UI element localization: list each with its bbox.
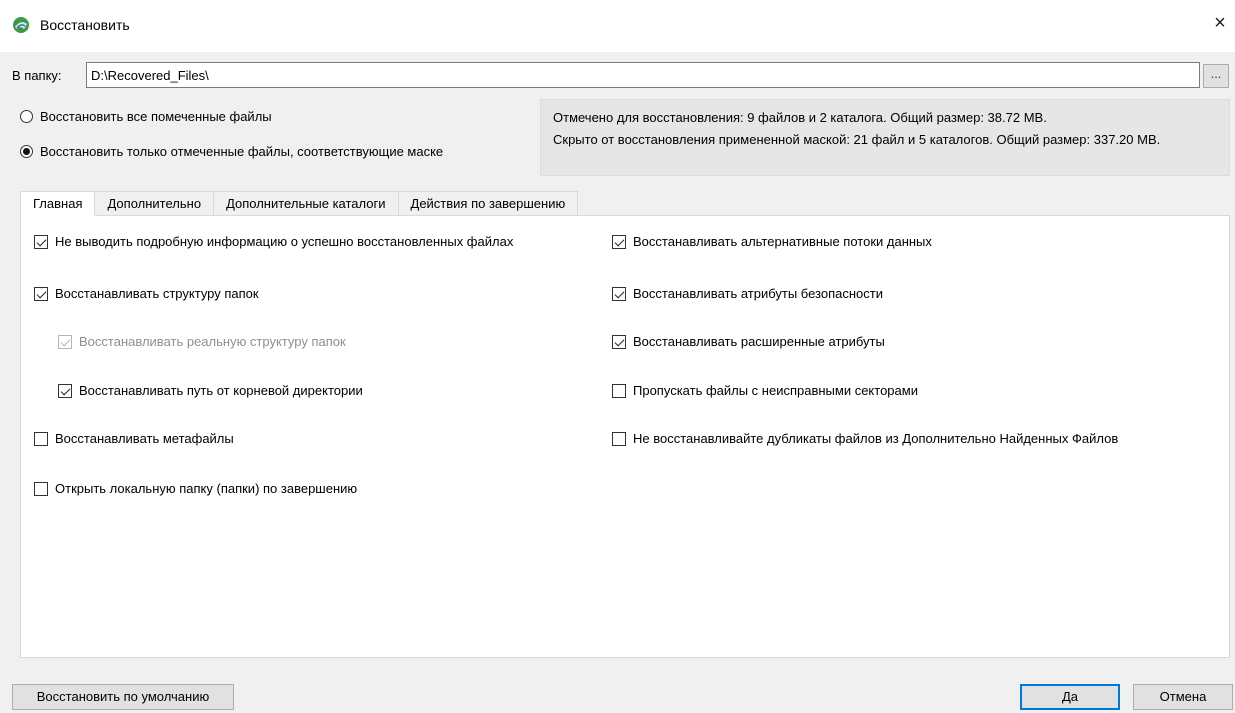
title-bar: Восстановить × — [0, 0, 1235, 52]
option-label: Восстанавливать реальную структуру папок — [79, 334, 346, 349]
checkbox[interactable] — [612, 431, 626, 446]
radio-restore-all[interactable]: Восстановить все помеченные файлы — [20, 109, 272, 124]
checkbox[interactable] — [34, 481, 48, 496]
option-label: Открыть локальную папку (папки) по завер… — [55, 481, 358, 496]
tab-strip: Главная Дополнительно Дополнительные кат… — [20, 191, 579, 216]
checkbox[interactable] — [34, 234, 48, 249]
option-label: Восстанавливать расширенные атрибуты — [633, 334, 885, 349]
option-skip-bad-sectors[interactable]: Пропускать файлы с неисправными секторам… — [612, 383, 918, 398]
hidden-summary: Скрыто от восстановления примененной мас… — [553, 132, 1161, 147]
cancel-button[interactable]: Отмена — [1133, 684, 1233, 710]
radio-label: Восстановить все помеченные файлы — [40, 109, 272, 124]
folder-label: В папку: — [12, 68, 62, 83]
tab-extra-folders[interactable]: Дополнительные каталоги — [213, 191, 399, 215]
window-title: Восстановить — [40, 17, 130, 33]
option-restore-extended-attrs[interactable]: Восстанавливать расширенные атрибуты — [612, 334, 885, 349]
app-recovery-icon — [13, 17, 29, 33]
radio-indicator[interactable] — [20, 145, 33, 158]
option-no-verbose-info[interactable]: Не выводить подробную информацию о успеш… — [34, 234, 513, 249]
option-open-local-folder[interactable]: Открыть локальную папку (папки) по завер… — [34, 481, 357, 496]
checkbox[interactable] — [612, 286, 626, 301]
option-label: Пропускать файлы с неисправными секторам… — [633, 383, 918, 398]
option-label: Восстанавливать путь от корневой директо… — [79, 383, 363, 398]
tab-advanced[interactable]: Дополнительно — [94, 191, 215, 215]
option-restore-alt-streams[interactable]: Восстанавливать альтернативные потоки да… — [612, 234, 932, 249]
tab-completion-actions[interactable]: Действия по завершению — [397, 191, 579, 215]
checkbox[interactable] — [612, 383, 626, 398]
radio-indicator[interactable] — [20, 110, 33, 123]
option-label: Не восстанавливайте дубликаты файлов из … — [633, 431, 1119, 446]
ok-button[interactable]: Да — [1020, 684, 1120, 710]
option-label: Восстанавливать альтернативные потоки да… — [633, 234, 932, 249]
option-restore-folder-structure[interactable]: Восстанавливать структуру папок — [34, 286, 259, 301]
option-skip-duplicate-extra-files[interactable]: Не восстанавливайте дубликаты файлов из … — [612, 431, 1118, 446]
checkbox[interactable] — [612, 234, 626, 249]
browse-button[interactable]: ... — [1203, 64, 1229, 88]
checkbox[interactable] — [34, 286, 48, 301]
option-restore-real-structure: Восстанавливать реальную структуру папок — [58, 334, 346, 349]
tab-main[interactable]: Главная — [20, 191, 96, 216]
option-restore-security-attrs[interactable]: Восстанавливать атрибуты безопасности — [612, 286, 883, 301]
close-icon[interactable]: × — [1205, 8, 1235, 38]
option-label: Восстанавливать атрибуты безопасности — [633, 286, 883, 301]
option-restore-root-path[interactable]: Восстанавливать путь от корневой директо… — [58, 383, 363, 398]
checkbox[interactable] — [58, 383, 72, 398]
radio-restore-matching[interactable]: Восстановить только отмеченные файлы, со… — [20, 144, 443, 159]
folder-path-input[interactable] — [86, 62, 1200, 88]
restore-defaults-button[interactable]: Восстановить по умолчанию — [12, 684, 234, 710]
checkbox — [58, 334, 72, 349]
checkbox[interactable] — [612, 334, 626, 349]
option-label: Восстанавливать структуру папок — [55, 286, 259, 301]
marked-summary: Отмечено для восстановления: 9 файлов и … — [553, 110, 1047, 125]
option-label: Не выводить подробную информацию о успеш… — [55, 234, 514, 249]
option-label: Восстанавливать метафайлы — [55, 431, 234, 446]
checkbox[interactable] — [34, 431, 48, 446]
option-restore-metafiles[interactable]: Восстанавливать метафайлы — [34, 431, 234, 446]
radio-label: Восстановить только отмеченные файлы, со… — [40, 144, 444, 159]
selection-summary: Отмечено для восстановления: 9 файлов и … — [540, 99, 1230, 176]
